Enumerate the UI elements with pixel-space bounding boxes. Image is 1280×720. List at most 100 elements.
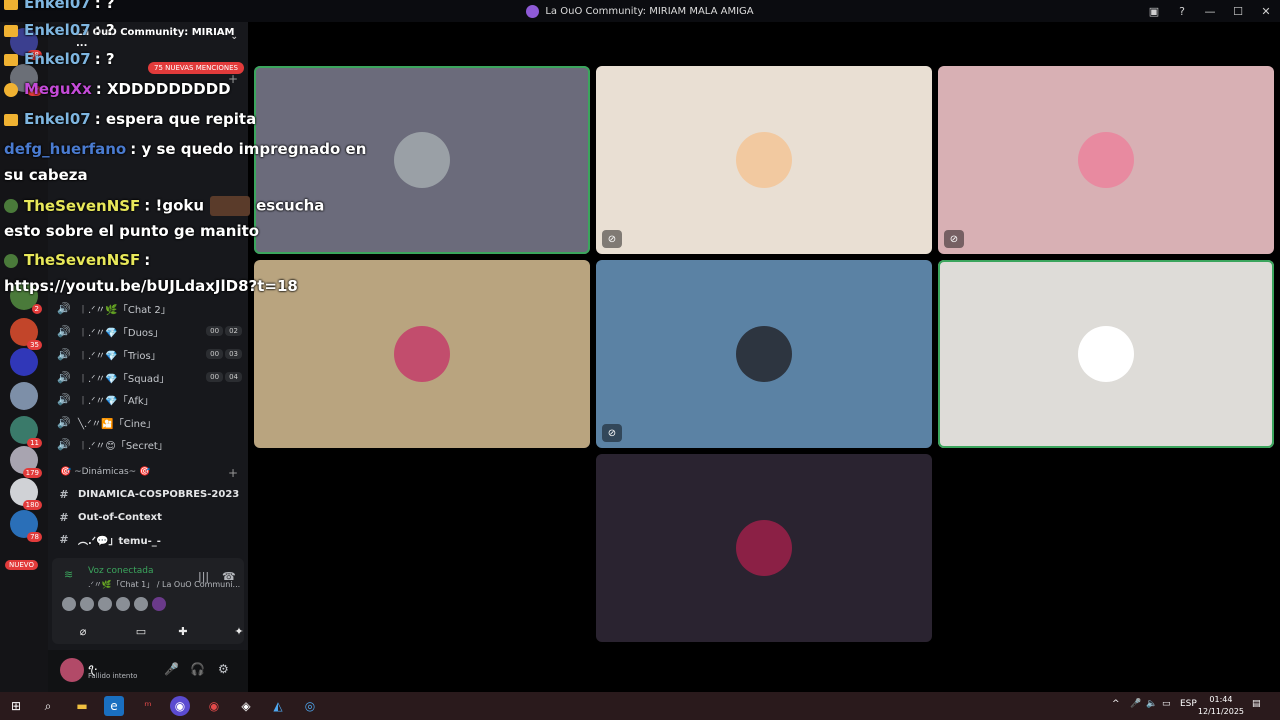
user-count: 00 [206,349,224,359]
app-icon[interactable]: ◎ [300,696,320,716]
server-item[interactable] [10,348,38,376]
participant-tile[interactable]: ⊘ [596,260,932,448]
server-item[interactable]: 179 [10,446,42,478]
screen-share-icon[interactable]: ▭ [126,621,156,641]
folder-icon[interactable]: ▬ [72,696,92,716]
text-channel-item[interactable]: # DINAMICA-COSPOBRES-2023 [56,484,242,504]
voice-channel-item[interactable]: 🔊 ︱.ᐟ〃😊「Secret」 [56,434,242,454]
text-channel-item[interactable]: # Out-of-Context [56,507,242,527]
gear-icon[interactable]: ⚙ [218,662,229,676]
speaker-icon: 🔊 [57,437,71,451]
category-header[interactable]: 🎯 ~Dinámicas~ 🎯 [60,467,150,477]
title-bar: La OuO Community: MIRIAM MALA AMIGA ▣ ? … [0,0,1280,22]
voice-channel-item[interactable]: 🔊 ︱.ᐟ〃💎「Afk」 [56,389,242,409]
speaker-icon: 🔊 [57,324,71,338]
speaker-icon[interactable]: 🔈 [1146,699,1157,709]
server-item[interactable]: 68 [10,28,42,60]
voice-channel-item[interactable]: 🔊 ︱.ᐟ〃💎「Duos」 00 02 [56,321,242,341]
speaker-icon: 🔊 [57,347,71,361]
camera-off-icon[interactable]: ⌀ [68,621,98,641]
noise-suppression-icon[interactable]: ||| [198,570,209,583]
voice-channel-item[interactable]: 🔊 ︱.ᐟ〃🌿「Chat 2」 [56,298,242,318]
participant-avatar[interactable] [152,597,166,611]
user-limit: 04 [225,372,242,382]
server-name: La OuO Community: MIRIAM ... [76,27,235,49]
chevron-up-icon[interactable]: ^ [1112,699,1120,709]
new-badge: NUEVO [5,560,38,570]
voice-channel-item[interactable]: 🔊 ╲.ᐟ〃🎦「Cine」 [56,412,242,432]
clock[interactable]: 01:44 12/11/2025 [1198,694,1244,718]
minimize-button[interactable]: — [1196,0,1224,22]
edge-browser-icon[interactable]: e [104,696,124,716]
speaker-icon: 🔊 [57,415,71,429]
network-icon[interactable]: ▭ [1162,699,1171,709]
server-badge: 180 [22,500,42,510]
chevron-down-icon: ⌄ [230,32,238,42]
activities-icon[interactable]: ✚ [168,621,198,641]
participant-tile[interactable] [254,66,590,254]
participant-tile[interactable] [254,260,590,448]
steam-icon[interactable]: ◭ [268,696,288,716]
participant-tile[interactable] [596,454,932,642]
participant-avatar [736,520,792,576]
text-channel-item[interactable]: # ︵.ᐟ💬」temu-_- [56,529,242,549]
server-header[interactable]: La OuO Community: MIRIAM ... ⌄ [48,22,248,54]
shield-icon[interactable]: ◈ [236,696,256,716]
server-badge: 179 [22,468,42,478]
server-icon [526,4,540,18]
server-item[interactable]: 77 [10,64,42,96]
add-channel-icon[interactable]: + [228,72,238,86]
camera-off-icon: ⊘ [944,230,964,248]
language-indicator[interactable]: ESP [1180,699,1197,709]
close-button[interactable]: ✕ [1252,0,1280,22]
server-item[interactable]: 35 [10,318,42,350]
add-channel-icon[interactable]: + [228,466,238,480]
participant-avatar[interactable] [80,597,94,611]
participant-avatar[interactable] [62,597,76,611]
participant-avatar[interactable] [98,597,112,611]
participant-avatar [736,132,792,188]
voice-channel-item[interactable]: 🔊 ︱.ᐟ〃💎「Trios」 00 03 [56,344,242,364]
participant-avatar[interactable] [134,597,148,611]
channel-label: ︱.ᐟ〃💎「Trios」 [78,350,161,362]
notification-icon[interactable]: ▤ [1252,699,1261,709]
inbox-icon[interactable]: ▣ [1140,0,1168,22]
voice-channel-name[interactable]: .ᐟ〃🌿「Chat 1」 / La OuO Communi... [88,579,240,590]
avatar[interactable] [60,658,84,682]
server-item[interactable]: 180 [10,478,42,510]
hash-icon: # [59,532,69,546]
server-badge: 2 [31,304,42,314]
server-item[interactable]: 2 [10,282,42,314]
microphone-icon[interactable]: 🎤 [164,662,179,676]
server-item[interactable]: 11 [10,416,42,448]
discord-icon[interactable]: ◉ [170,696,190,716]
channel-label: Out-of-Context [78,511,162,523]
channel-label: ╲.ᐟ〃🎦「Cine」 [78,418,157,430]
maximize-button[interactable]: ☐ [1224,0,1252,22]
voice-channel-item[interactable]: 🔊 ︱.ᐟ〃💎「Squad」 00 04 [56,367,242,387]
participant-tile[interactable]: ⊘ [938,66,1274,254]
user-count: 00 [206,372,224,382]
date: 12/11/2025 [1197,707,1244,716]
microphone-icon[interactable]: 🎤 [1130,699,1141,709]
hash-icon: # [59,510,69,524]
disconnect-icon[interactable]: ☎ [222,570,236,583]
windows-start-icon[interactable]: ⊞ [6,696,26,716]
headphones-icon[interactable]: 🎧 [190,662,205,676]
obs-icon[interactable]: ◉ [204,696,224,716]
server-item[interactable] [10,382,38,410]
user-panel: ꪖ. Fallido intento 🎤 🎧 ⚙ [48,650,248,692]
channel-label: ︱.ᐟ〃😊「Secret」 [78,440,168,452]
help-icon[interactable]: ? [1168,0,1196,22]
participant-avatar [394,132,450,188]
search-icon[interactable]: ⌕ [38,696,58,716]
server-badge: 68 [27,50,42,60]
user-count: 00 [206,326,224,336]
voice-status[interactable]: Voz conectada [88,566,153,576]
channel-label: DINAMICA-COSPOBRES-2023 [78,488,240,500]
participant-avatar[interactable] [116,597,130,611]
participant-tile[interactable] [938,260,1274,448]
participant-tile[interactable]: ⊘ [596,66,932,254]
app-icon[interactable]: ᵐ [138,696,158,716]
server-item[interactable]: 78 [10,510,42,542]
